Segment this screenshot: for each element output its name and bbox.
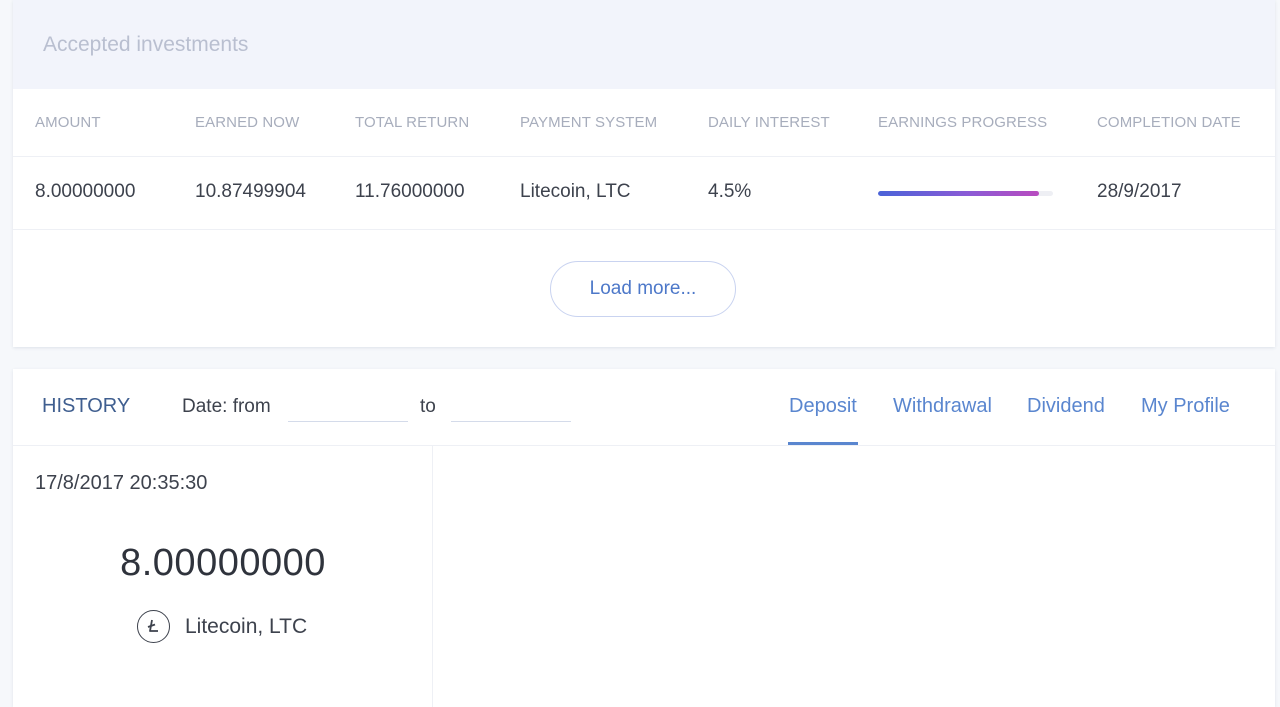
column-header-total-return: TOTAL RETURN bbox=[355, 114, 470, 131]
cell-payment-system: Litecoin, LTC bbox=[520, 181, 631, 202]
cell-completion-date: 28/9/2017 bbox=[1097, 181, 1182, 202]
history-card: HISTORY Date: from to Deposit Withdrawal… bbox=[13, 369, 1275, 707]
active-tab-indicator bbox=[788, 442, 858, 445]
column-header-earnings-progress: EARNINGS PROGRESS bbox=[878, 114, 1048, 131]
history-item: 17/8/2017 20:35:30 8.00000000 Litecoin, … bbox=[13, 446, 433, 707]
date-from-input[interactable] bbox=[288, 393, 408, 422]
earnings-progress-bar bbox=[878, 191, 1053, 196]
cell-amount: 8.00000000 bbox=[35, 181, 136, 202]
load-more-button[interactable]: Load more... bbox=[550, 261, 736, 317]
history-title: HISTORY bbox=[42, 395, 131, 417]
date-from-label: Date: from bbox=[182, 396, 271, 417]
litecoin-icon bbox=[137, 610, 170, 643]
cell-earned-now: 10.87499904 bbox=[195, 181, 306, 202]
investments-header: Accepted investments bbox=[13, 0, 1275, 89]
table-header-row: AMOUNT EARNED NOW TOTAL RETURN PAYMENT S… bbox=[13, 89, 1275, 157]
investments-table: AMOUNT EARNED NOW TOTAL RETURN PAYMENT S… bbox=[13, 89, 1275, 347]
load-more-area: Load more... bbox=[13, 230, 1275, 347]
history-list: 17/8/2017 20:35:30 8.00000000 Litecoin, … bbox=[13, 446, 1275, 707]
tab-deposit[interactable]: Deposit bbox=[789, 395, 857, 418]
cell-daily-interest: 4.5% bbox=[708, 181, 752, 202]
column-header-earned-now: EARNED NOW bbox=[195, 114, 300, 131]
column-header-completion-date: COMPLETION DATE bbox=[1097, 114, 1241, 131]
column-header-daily-interest: DAILY INTEREST bbox=[708, 114, 830, 131]
investments-title: Accepted investments bbox=[43, 32, 249, 56]
history-header: HISTORY Date: from to Deposit Withdrawal… bbox=[13, 369, 1275, 446]
column-header-amount: AMOUNT bbox=[35, 114, 101, 131]
tab-dividend[interactable]: Dividend bbox=[1027, 395, 1105, 418]
history-item-payment-label: Litecoin, LTC bbox=[185, 614, 308, 638]
tab-my-profile[interactable]: My Profile bbox=[1141, 395, 1230, 418]
date-to-input[interactable] bbox=[451, 393, 571, 422]
history-item-datetime: 17/8/2017 20:35:30 bbox=[35, 472, 208, 494]
date-to-label: to bbox=[420, 396, 436, 417]
tab-withdrawal[interactable]: Withdrawal bbox=[893, 395, 992, 418]
accepted-investments-card: Accepted investments AMOUNT EARNED NOW T… bbox=[13, 0, 1275, 347]
column-header-payment-system: PAYMENT SYSTEM bbox=[520, 114, 658, 131]
table-row: 8.00000000 10.87499904 11.76000000 Litec… bbox=[13, 157, 1275, 230]
history-item-payment-system: Litecoin, LTC bbox=[137, 610, 307, 643]
history-item-amount: 8.00000000 bbox=[120, 542, 326, 584]
earnings-progress-fill bbox=[878, 191, 1039, 196]
cell-total-return: 11.76000000 bbox=[355, 181, 465, 202]
